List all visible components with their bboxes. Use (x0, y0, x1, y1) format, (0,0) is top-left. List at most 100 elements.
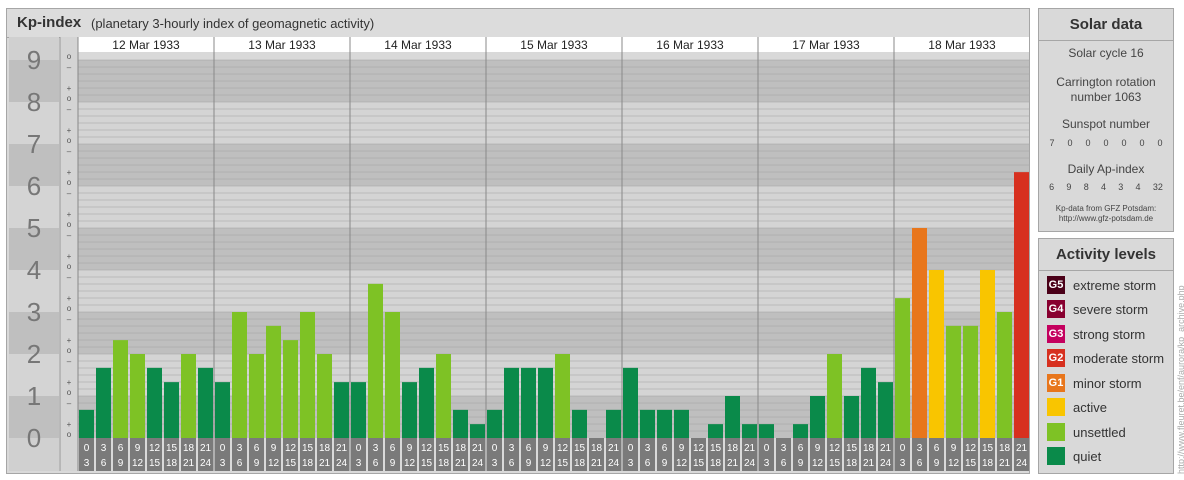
y-tick-label: 4 (27, 255, 41, 285)
kp-bar (266, 325, 281, 438)
y-tick-label: 0 (27, 423, 41, 453)
legend-swatch: G4 (1047, 300, 1065, 318)
interval-end-label: 18 (438, 458, 450, 469)
day-label: 18 Mar 1933 (928, 38, 996, 52)
kp-bar (555, 354, 570, 438)
interval-start-label: 3 (101, 443, 107, 454)
legend-label: extreme storm (1073, 277, 1157, 293)
interval-start-label: 9 (951, 443, 957, 454)
sunspot-values: 7 0 0 0 0 0 0 (1043, 138, 1169, 148)
legend-label: moderate storm (1073, 350, 1165, 366)
interval-end-label: 3 (84, 458, 90, 469)
interval-start-label: 15 (710, 443, 722, 454)
minor-tick-label: o (67, 52, 72, 61)
interval-end-label: 6 (781, 458, 787, 469)
sunspot-value: 0 (1067, 138, 1073, 148)
interval-start-label: 9 (679, 443, 685, 454)
minor-tick-label: o (67, 388, 72, 397)
interval-end-label: 21 (591, 458, 603, 469)
legend-label: active (1073, 399, 1107, 415)
kp-bar (674, 409, 689, 438)
source-line1: Kp-data from GFZ Potsdam: (1055, 204, 1157, 213)
interval-start-label: 15 (438, 443, 450, 454)
interval-end-label: 12 (404, 458, 416, 469)
minor-tick-label: o (67, 346, 72, 355)
interval-end-label: 18 (846, 458, 858, 469)
kp-bar (249, 354, 264, 438)
interval-end-label: 15 (557, 458, 569, 469)
legend-swatch: G2 (1047, 349, 1065, 367)
interval-end-label: 15 (149, 458, 161, 469)
y-tick-label: 3 (27, 297, 41, 327)
sunspot-value: 7 (1049, 138, 1055, 148)
interval-end-label: 9 (390, 458, 396, 469)
interval-start-label: 6 (254, 443, 260, 454)
kp-bar (436, 354, 451, 438)
legend-item-extreme-storm: G5 extreme storm (1047, 275, 1156, 295)
legend-item-severe-storm: G4 severe storm (1047, 299, 1148, 319)
minor-tick-label: – (67, 231, 72, 240)
interval-end-label: 6 (373, 458, 379, 469)
minor-tick-label: + (67, 210, 72, 219)
legend-swatch (1047, 398, 1065, 416)
y-tick-label: 8 (27, 87, 41, 117)
interval-start-label: 21 (880, 443, 892, 454)
interval-start-label: 3 (373, 443, 379, 454)
kp-bar (793, 424, 808, 438)
interval-start-label: 6 (798, 443, 804, 454)
minor-tick-label: – (67, 273, 72, 282)
interval-start-label: 6 (390, 443, 396, 454)
activity-title: Activity levels (1039, 239, 1173, 271)
minor-tick-label: o (67, 304, 72, 313)
interval-start-label: 21 (336, 443, 348, 454)
minor-tick-label: – (67, 147, 72, 156)
kp-bar (521, 367, 536, 438)
interval-end-label: 9 (118, 458, 124, 469)
interval-end-label: 12 (132, 458, 144, 469)
interval-start-label: 12 (693, 443, 705, 454)
kp-bar (895, 298, 910, 438)
kp-bar (878, 382, 893, 438)
y-tick-label: 1 (27, 381, 41, 411)
legend-item-strong-storm: G3 strong storm (1047, 324, 1145, 344)
kp-bar (640, 409, 655, 438)
legend-swatch: G1 (1047, 374, 1065, 392)
kp-bar (385, 312, 400, 438)
minor-tick-label: + (67, 420, 72, 429)
sunspot-label: Sunspot number (1061, 117, 1151, 131)
interval-end-label: 24 (336, 458, 348, 469)
kp-bar (912, 228, 927, 438)
interval-end-label: 3 (764, 458, 770, 469)
minor-tick-label: o (67, 430, 72, 439)
legend-item-unsettled: unsettled (1047, 422, 1126, 442)
carrington-line1: Carrington rotation (1056, 75, 1156, 89)
y-tick-label: 6 (27, 171, 41, 201)
interval-end-label: 9 (254, 458, 260, 469)
ap-value: 3 (1118, 182, 1124, 192)
interval-start-label: 21 (608, 443, 620, 454)
interval-start-label: 9 (815, 443, 821, 454)
interval-end-label: 6 (509, 458, 515, 469)
ap-value: 9 (1066, 182, 1072, 192)
kp-bar (844, 396, 859, 438)
day-label: 12 Mar 1933 (112, 38, 180, 52)
minor-tick-label: – (67, 357, 72, 366)
interval-end-label: 21 (455, 458, 467, 469)
minor-tick-label: + (67, 84, 72, 93)
ap-value: 8 (1083, 182, 1089, 192)
kp-bar (708, 424, 723, 438)
legend-item-active: active (1047, 397, 1107, 417)
kp-bar (113, 340, 128, 438)
credit-link[interactable]: http://www.fleuret.be/enf/aurora/kp_arch… (1176, 285, 1184, 474)
interval-start-label: 12 (557, 443, 569, 454)
interval-end-label: 6 (645, 458, 651, 469)
source-link[interactable]: http://www.gfz-potsdam.de (1039, 214, 1173, 223)
interval-start-label: 21 (472, 443, 484, 454)
kp-bar (164, 382, 179, 438)
minor-tick-label: – (67, 105, 72, 114)
interval-end-label: 3 (220, 458, 226, 469)
interval-end-label: 18 (166, 458, 178, 469)
kp-bar (470, 424, 485, 438)
kp-bar-chart: o+o+–o+–o+–o+–o+–o+–o+–o+–o–0123456789 12… (9, 37, 1029, 471)
minor-tick-label: – (67, 63, 72, 72)
